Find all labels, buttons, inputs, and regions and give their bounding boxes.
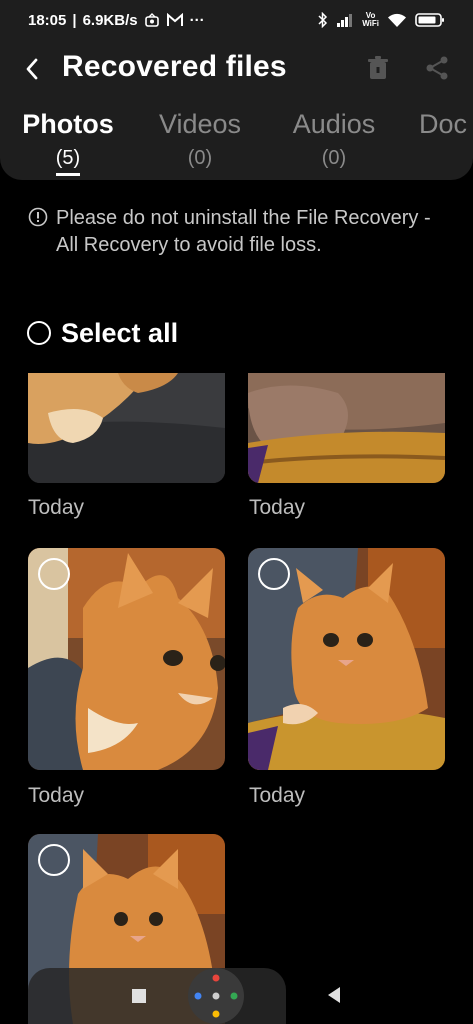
assistant-dots-icon <box>194 974 238 1018</box>
tab-videos-count: (0) <box>187 147 213 169</box>
photo-date-1: Today <box>28 496 85 519</box>
share-icon <box>426 56 448 80</box>
tab-photos[interactable]: Photos (5) <box>20 108 116 180</box>
select-all-control[interactable]: Select all <box>27 316 178 350</box>
photo-item-4[interactable] <box>248 548 445 770</box>
photo-date-2: Today <box>249 496 306 519</box>
more-notifications-icon: ··· <box>189 11 205 29</box>
gmail-icon <box>166 12 184 28</box>
title-bar: Recovered files <box>0 44 473 94</box>
photo-item-3[interactable] <box>28 548 225 770</box>
nav-back-icon <box>328 987 340 1003</box>
status-separator: | <box>72 11 77 29</box>
home-button[interactable] <box>188 968 244 1024</box>
back-button[interactable] <box>18 52 46 86</box>
notification-icon <box>144 12 160 28</box>
navigation-bar <box>28 968 286 1024</box>
photo-select-radio[interactable] <box>258 558 290 590</box>
photo-date-3: Today <box>28 784 85 807</box>
tab-photos-count: (5) <box>55 146 81 176</box>
bluetooth-icon <box>318 12 328 28</box>
share-button[interactable] <box>422 52 452 84</box>
tab-audios-count: (0) <box>321 147 347 169</box>
tab-documents[interactable]: Doc <box>419 108 473 180</box>
vowifi-icon: Vo WiFi <box>362 11 379 28</box>
tab-photos-label: Photos <box>22 109 114 139</box>
tab-audios-label: Audios <box>292 109 376 139</box>
notice-text: Please do not uninstall the File Recover… <box>56 207 431 256</box>
wifi-icon <box>387 12 407 28</box>
photo-item-1[interactable] <box>28 373 225 483</box>
info-icon <box>28 207 48 227</box>
photo-select-radio[interactable] <box>38 558 70 590</box>
status-bar: 18:05 | 6.9KB/s ··· Vo WiFi <box>0 0 473 40</box>
status-time: 18:05 <box>28 11 67 29</box>
back-arrow-icon <box>26 58 38 80</box>
delete-button[interactable] <box>364 52 392 84</box>
photo-date-4: Today <box>249 784 306 807</box>
tab-videos[interactable]: Videos (0) <box>152 108 248 180</box>
page-title: Recovered files <box>62 50 287 83</box>
status-speed: 6.9KB/s <box>82 11 138 29</box>
battery-icon <box>415 12 445 28</box>
photo-thumbnail <box>248 373 445 483</box>
photo-select-radio[interactable] <box>38 844 70 876</box>
tab-audios[interactable]: Audios (0) <box>286 108 382 180</box>
select-all-radio[interactable] <box>27 321 51 345</box>
select-all-label: Select all <box>61 317 179 348</box>
recent-apps-icon[interactable] <box>132 989 146 1003</box>
tab-documents-label: Doc <box>419 109 468 139</box>
photo-thumbnail <box>28 373 225 483</box>
signal-icon <box>336 12 354 28</box>
tab-videos-label: Videos <box>158 109 242 139</box>
trash-icon <box>368 56 388 79</box>
nav-back-button[interactable] <box>326 986 342 1009</box>
uninstall-notice: Please do not uninstall the File Recover… <box>28 205 448 259</box>
photo-item-2[interactable] <box>248 373 445 483</box>
